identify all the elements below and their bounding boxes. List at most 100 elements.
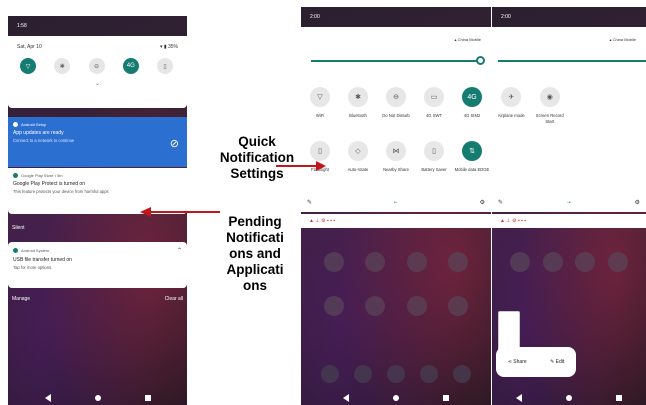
- brightness-slider[interactable]: [311, 56, 485, 65]
- bluetooth-icon[interactable]: ✱: [54, 58, 71, 74]
- app-icon[interactable]: [510, 252, 531, 272]
- dock-app-icon[interactable]: [320, 365, 339, 383]
- qs-tile-label: Do Not Disturb: [382, 113, 410, 118]
- qs-tile-auto-rotate[interactable]: ◇ Auto-rotate: [339, 141, 377, 195]
- page-indicator: •◦: [394, 199, 398, 206]
- status-bar: 2:00: [301, 7, 491, 27]
- play-protect-icon: [13, 173, 18, 178]
- phone-screen-notifications: 1:58 Sat, Apr 10 ▾ ▮ 35% ▽ ✱ ⊖ 4G ▯ ⌄ Notifi…: [8, 16, 187, 405]
- edit-button[interactable]: ✎ Edit: [550, 359, 564, 365]
- dock: [313, 365, 479, 383]
- android-icon: [13, 248, 18, 253]
- status-bar: 1:58: [8, 16, 187, 36]
- back-icon[interactable]: [343, 394, 349, 402]
- battery-label: ▾ ▮ 35%: [159, 44, 178, 50]
- qs-tile-flashlight[interactable]: ▯ Flashlight: [301, 141, 339, 195]
- notification-text: Connect to a network to continue: [13, 138, 75, 143]
- back-icon[interactable]: [44, 394, 51, 402]
- pending-notifications-annotation: Pending Notificati ons and Applicati ons: [226, 214, 284, 293]
- manage-button[interactable]: Manage: [12, 296, 30, 302]
- qs-tile-nearby-share[interactable]: ⋈ Nearby Share: [377, 141, 415, 195]
- app-icon[interactable]: [448, 252, 469, 272]
- qs-tile-icon: ◇: [348, 141, 368, 161]
- home-icon[interactable]: [393, 395, 399, 401]
- wifi-icon[interactable]: ▽: [20, 58, 36, 74]
- mobile-data-icon[interactable]: 4G: [122, 58, 139, 74]
- notification-usb[interactable]: Android System ⌃ USB file transfer turne…: [8, 242, 187, 288]
- app-icon[interactable]: [448, 296, 469, 316]
- home-icon[interactable]: [94, 395, 101, 401]
- nav-bar: [301, 391, 491, 405]
- qs-tile-label: Battery Saver: [421, 167, 447, 172]
- app-icon[interactable]: [607, 252, 628, 272]
- qs-tile-icon: ✱: [348, 87, 368, 107]
- home-app-grid: [504, 252, 634, 272]
- share-button[interactable]: ⋖ Share: [508, 359, 527, 365]
- carrier-label: ▴ China Mobile: [609, 37, 636, 42]
- app-icon[interactable]: [323, 296, 344, 316]
- app-icon[interactable]: [542, 252, 563, 272]
- qs-tile-label: Mobile data EDGE: [454, 167, 490, 172]
- dock-app-icon[interactable]: [353, 365, 372, 383]
- dnd-icon[interactable]: ⊖: [88, 58, 105, 74]
- qs-tile-bluetooth[interactable]: ✱ Bluetooth: [339, 87, 377, 141]
- settings-gear-icon[interactable]: ⚙: [480, 199, 485, 206]
- qs-tile-label: Nearby Share: [383, 167, 409, 172]
- home-app-grid: [313, 252, 479, 316]
- flashlight-icon[interactable]: ▯: [157, 58, 173, 74]
- qs-tile-icon: ✈: [501, 87, 522, 107]
- notification-icons-row: ▲ ⊥ ⚙ ▪ ▪ ▪: [492, 214, 646, 228]
- notification-title: App updates are ready: [13, 130, 64, 136]
- edit-pencil-icon[interactable]: ✎: [307, 199, 312, 206]
- app-icon[interactable]: [406, 296, 427, 316]
- recents-icon[interactable]: [616, 395, 622, 401]
- notification-android-setup[interactable]: Android Setup App updates are ready Conn…: [8, 117, 187, 167]
- qs-tile-battery-saver[interactable]: ▯ Battery Saver: [415, 141, 453, 195]
- qs-tile-icon: ⊖: [386, 87, 406, 107]
- notification-play-protect[interactable]: Google Play Store • 5m Google Play Prote…: [8, 168, 187, 214]
- chevron-up-icon[interactable]: ⌃: [177, 247, 182, 254]
- phone-screen-quick-settings: 2:00 ▴ China Mobile ▽ WiFi ✱ Bluetooth ⊖ Do N…: [301, 7, 491, 405]
- app-icon[interactable]: [323, 252, 344, 272]
- qs-tile-4g-swt[interactable]: ▭ 4G SWT: [415, 87, 453, 141]
- notification-text: Tap for more options.: [13, 265, 53, 270]
- qs-tile-screen-record-start[interactable]: ◉ Screen Record Start: [531, 87, 570, 141]
- qs-tile-label: Screen Record Start: [535, 113, 564, 124]
- dock-app-icon[interactable]: [453, 365, 472, 383]
- status-time: 2:00: [310, 14, 320, 20]
- dock-app-icon[interactable]: [420, 365, 439, 383]
- settings-gear-icon[interactable]: ⚙: [635, 199, 640, 206]
- qs-tile-icon: ▽: [310, 87, 330, 107]
- qs-tile-icon: ⋈: [386, 141, 406, 161]
- quick-settings-expanded: ▴ China Mobile ✈ Airplane mode ◉ Screen Rec…: [492, 27, 646, 212]
- qs-tile-label: Airplane mode: [497, 113, 525, 118]
- quick-settings-panel: Sat, Apr 10 ▾ ▮ 35% ▽ ✱ ⊖ 4G ▯ ⌄: [8, 36, 187, 108]
- clear-all-button[interactable]: Clear all: [165, 296, 183, 302]
- notification-icons-row: ▲ ⊥ ⚙ ▪ ▪ ▪: [301, 214, 491, 228]
- brightness-icon[interactable]: [476, 56, 485, 65]
- recents-icon[interactable]: [144, 395, 151, 401]
- app-icon[interactable]: [365, 296, 386, 316]
- qs-tile-icon: ▯: [310, 141, 330, 161]
- back-icon[interactable]: [516, 394, 522, 402]
- notifications-header: Notifications: [12, 102, 40, 108]
- app-icon[interactable]: [575, 252, 596, 272]
- expand-chevron-icon[interactable]: ⌄: [8, 80, 187, 87]
- qs-tile-mobile-data-edge[interactable]: ⇅ Mobile data EDGE: [453, 141, 491, 195]
- settings-icon: [13, 122, 18, 127]
- app-icon[interactable]: [365, 252, 386, 272]
- qs-tile-wifi[interactable]: ▽ WiFi: [301, 87, 339, 141]
- recents-icon[interactable]: [443, 395, 449, 401]
- app-icon[interactable]: [406, 252, 427, 272]
- brightness-slider[interactable]: [498, 60, 646, 62]
- qs-tile-do-not-disturb[interactable]: ⊖ Do Not Disturb: [377, 87, 415, 141]
- qs-tile-icon: 4G: [462, 87, 482, 107]
- qs-tile-4g-sim2[interactable]: 4G 4G SIM2: [453, 87, 491, 141]
- qs-tile-icon: ⇅: [462, 141, 482, 161]
- dock-app-icon[interactable]: [386, 365, 405, 383]
- status-bar: 2:00: [492, 7, 646, 27]
- home-icon[interactable]: [566, 395, 572, 401]
- edit-pencil-icon[interactable]: ✎: [498, 199, 503, 206]
- quick-settings-expanded: ▴ China Mobile ▽ WiFi ✱ Bluetooth ⊖ Do Not Di…: [301, 27, 491, 212]
- qs-tile-airplane-mode[interactable]: ✈ Airplane mode: [492, 87, 531, 141]
